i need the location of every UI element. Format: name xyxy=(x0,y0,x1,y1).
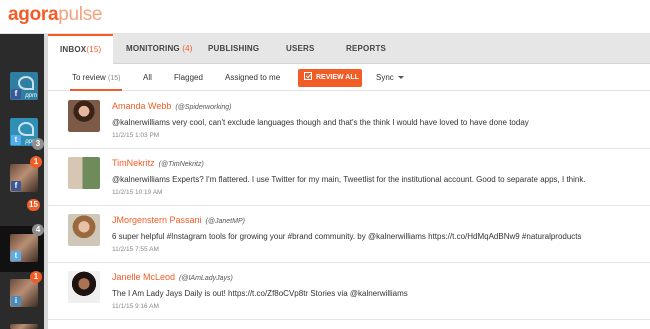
twitter-icon: t xyxy=(11,135,21,145)
author-name[interactable]: TimNekritz (@TimNekritz) xyxy=(112,158,204,168)
sync-dropdown[interactable]: Sync xyxy=(376,65,404,91)
author-display-name[interactable]: JMorgenstern Passani xyxy=(112,215,202,225)
logo-part-agora: agora xyxy=(8,4,59,25)
author-handle[interactable]: (@JanetMP) xyxy=(206,218,245,225)
author-display-name[interactable]: TimNekritz xyxy=(112,158,155,168)
message-timestamp: 11/2/15 1:03 PM xyxy=(112,132,160,139)
unread-badge: 15 xyxy=(27,199,40,211)
tab-label: PUBLISHING xyxy=(208,44,260,53)
filter-to-review[interactable]: To review (15) xyxy=(70,65,123,91)
message-text: @kalnerwilliams very cool, can't exclude… xyxy=(112,118,529,127)
sync-label: Sync xyxy=(376,73,394,82)
filter-flagged[interactable]: Flagged xyxy=(174,65,203,91)
tab-label: USERS xyxy=(286,44,315,53)
main-tabs: INBOX(15) MONITORING (4) PUBLISHING USER… xyxy=(48,34,650,65)
filter-all[interactable]: All xyxy=(143,65,152,91)
message-item[interactable]: JMorgenstern Passani (@JanetMP) 6 super h… xyxy=(48,206,650,263)
account-facebook-ppm[interactable]: f ppm xyxy=(10,72,38,100)
author-handle[interactable]: (@IAmLadyJays) xyxy=(179,275,233,282)
account-tag: ppm xyxy=(25,93,37,99)
author-handle[interactable]: (@TimNekritz) xyxy=(159,161,204,168)
filter-label: To review xyxy=(72,73,106,82)
author-name[interactable]: JMorgenstern Passani (@JanetMP) xyxy=(112,215,245,225)
review-all-label: REVIEW ALL xyxy=(316,74,359,81)
author-display-name[interactable]: Amanda Webb xyxy=(112,101,171,111)
author-name[interactable]: Amanda Webb (@Spiderworking) xyxy=(112,101,232,111)
filter-count: (15) xyxy=(108,75,121,82)
message-item[interactable]: TimNekritz (@TimNekritz) @kalnerwilliams … xyxy=(48,149,650,206)
tab-monitoring[interactable]: MONITORING (4) xyxy=(126,34,193,64)
logo-part-pulse: pulse xyxy=(58,4,103,25)
tab-count: (15) xyxy=(86,45,102,54)
message-timestamp: 11/2/15 7:55 AM xyxy=(112,246,159,253)
tab-label: MONITORING xyxy=(126,44,180,53)
instagram-icon: i xyxy=(11,296,21,306)
message-text: @kalnerwilliams Experts? I'm flattered. … xyxy=(112,175,586,184)
avatar[interactable] xyxy=(68,100,100,132)
account-facebook-photo[interactable]: f xyxy=(10,164,38,192)
author-display-name[interactable]: Janelle McLeod xyxy=(112,272,175,282)
account-count-badge: 4 xyxy=(32,224,44,236)
twitter-icon: t xyxy=(11,251,21,261)
top-header: agorapulse xyxy=(0,0,650,34)
account-twitter-photo-2[interactable] xyxy=(10,324,38,329)
facebook-icon: f xyxy=(11,89,21,99)
message-text: 6 super helpful #Instagram tools for gro… xyxy=(112,232,582,241)
tab-reports[interactable]: REPORTS xyxy=(346,34,386,64)
tab-users[interactable]: USERS xyxy=(286,34,315,64)
avatar[interactable] xyxy=(68,214,100,246)
message-text: The I Am Lady Jays Daily is out! https:/… xyxy=(112,289,408,298)
chevron-down-icon xyxy=(397,76,404,79)
message-item[interactable]: Janelle McLeod (@IAmLadyJays) The I Am La… xyxy=(48,263,650,320)
author-name[interactable]: Janelle McLeod (@IAmLadyJays) xyxy=(112,272,233,282)
unread-badge: 1 xyxy=(30,271,42,283)
tab-inbox[interactable]: INBOX(15) xyxy=(48,34,114,65)
accounts-sidebar: f ppm t ppm 3 f 1 t 15 4 i 1 xyxy=(0,34,44,329)
message-item[interactable]: Amanda Webb (@Spiderworking) @kalnerwilli… xyxy=(48,92,650,149)
tab-label: REPORTS xyxy=(346,44,387,53)
inbox-filter-bar: To review (15) All Flagged Assigned to m… xyxy=(48,65,650,91)
ppm-logo-icon xyxy=(18,76,34,90)
ppm-logo-icon xyxy=(18,122,34,136)
tab-publishing[interactable]: PUBLISHING xyxy=(208,34,259,64)
unread-badge: 1 xyxy=(30,156,42,168)
facebook-icon: f xyxy=(11,181,21,191)
tab-label: INBOX xyxy=(60,45,87,54)
filter-assigned-to-me[interactable]: Assigned to me xyxy=(225,65,280,91)
checkbox-icon xyxy=(304,72,312,80)
avatar[interactable] xyxy=(68,157,100,189)
avatar[interactable] xyxy=(68,271,100,303)
account-count-badge: 3 xyxy=(32,138,44,150)
tab-count: (4) xyxy=(182,44,193,53)
message-timestamp: 11/1/15 9:16 AM xyxy=(112,303,159,310)
agorapulse-logo[interactable]: agorapulse xyxy=(8,4,102,26)
main-panel: INBOX(15) MONITORING (4) PUBLISHING USER… xyxy=(48,34,650,329)
account-twitter-photo[interactable]: t xyxy=(10,234,38,262)
account-instagram-photo[interactable]: i xyxy=(10,279,38,307)
review-all-button[interactable]: REVIEW ALL xyxy=(298,69,362,87)
author-handle[interactable]: (@Spiderworking) xyxy=(175,104,231,111)
message-timestamp: 11/2/15 10:19 AM xyxy=(112,189,163,196)
